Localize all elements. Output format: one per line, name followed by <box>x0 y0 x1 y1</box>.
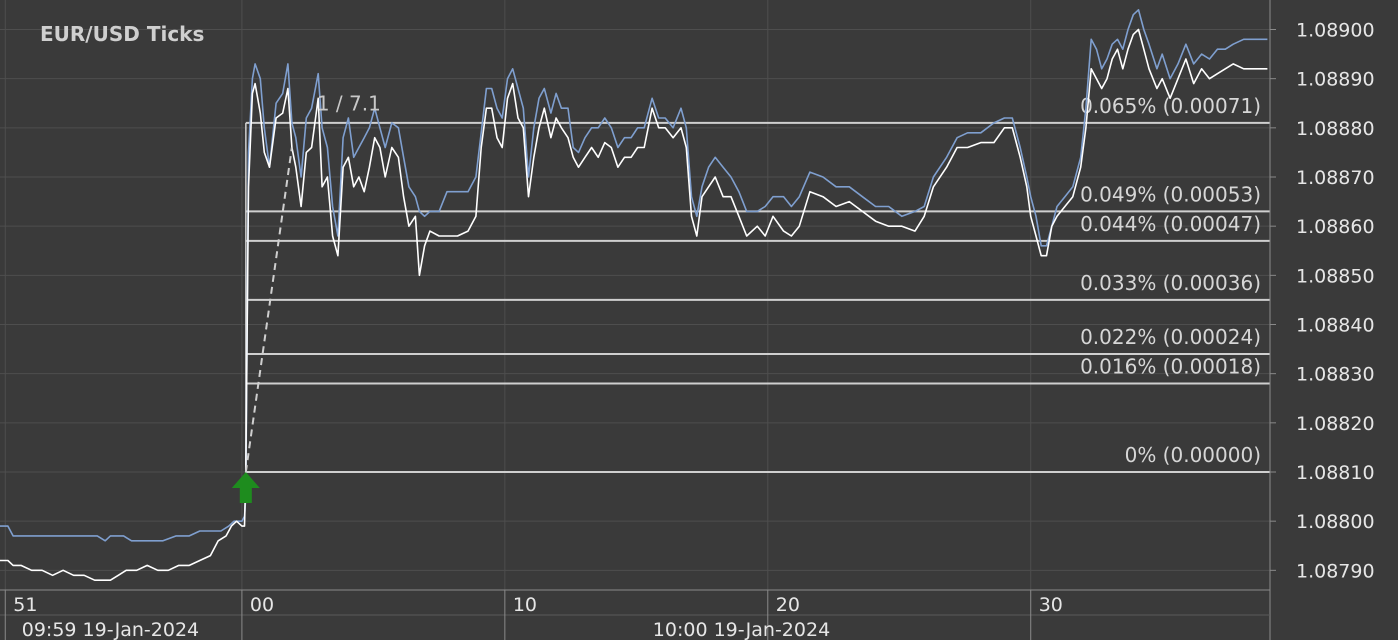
fib-level-label: 0.049% (0.00053) <box>1080 182 1261 206</box>
y-tick-label: 1.08880 <box>1296 118 1375 140</box>
y-tick-label: 1.08850 <box>1296 265 1375 287</box>
x-date-label: 09:59 19-Jan-2024 <box>22 619 199 640</box>
x-tick-label: 10 <box>513 594 537 616</box>
fib-level-label: 0.033% (0.00036) <box>1080 271 1261 295</box>
annotation-label: 1 / 7.1 <box>317 91 381 115</box>
y-tick-label: 1.08800 <box>1296 511 1375 533</box>
x-tick-label: 20 <box>776 594 800 616</box>
fib-level-label: 0% (0.00000) <box>1125 443 1261 467</box>
tick-chart: 0.065% (0.00071)0.049% (0.00053)0.044% (… <box>0 0 1398 640</box>
chart-root: 0.065% (0.00071) 0.049% (0.00053) 0.044% (… <box>0 0 1398 640</box>
y-tick-label: 1.08840 <box>1296 315 1375 337</box>
chart-title: EUR/USD Ticks <box>40 22 204 46</box>
x-tick-label: 00 <box>250 594 274 616</box>
fib-level-label: 0.016% (0.00018) <box>1080 355 1261 379</box>
y-tick-label: 1.08870 <box>1296 167 1375 189</box>
x-tick-label: 30 <box>1039 594 1063 616</box>
fib-level-label: 0.022% (0.00024) <box>1080 325 1261 349</box>
y-tick-label: 1.08860 <box>1296 216 1375 238</box>
y-tick-label: 1.08820 <box>1296 413 1375 435</box>
fib-level-label: 0.044% (0.00047) <box>1080 212 1261 236</box>
y-tick-label: 1.08810 <box>1296 462 1375 484</box>
y-tick-label: 1.08830 <box>1296 364 1375 386</box>
x-tick-label: 51 <box>13 594 37 616</box>
y-tick-label: 1.08790 <box>1296 560 1375 582</box>
y-tick-label: 1.08900 <box>1296 20 1375 42</box>
x-date-label: 10:00 19-Jan-2024 <box>653 619 830 640</box>
y-tick-label: 1.08890 <box>1296 69 1375 91</box>
